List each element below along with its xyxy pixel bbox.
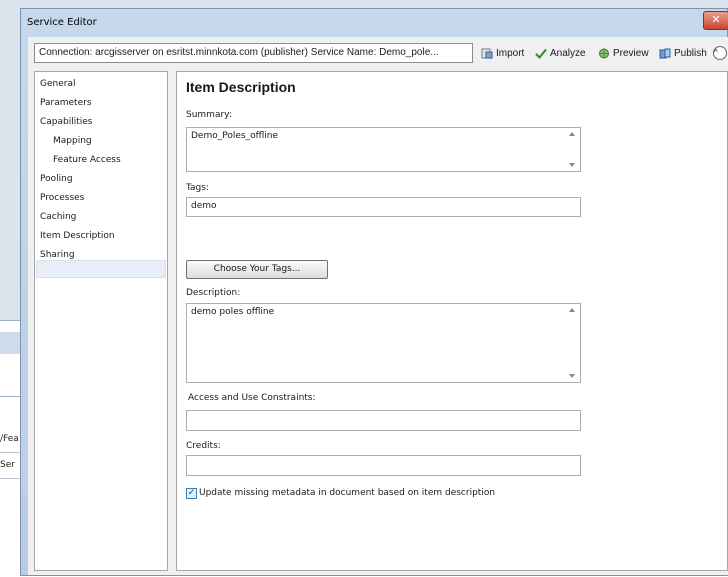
settings-nav: General Parameters Capabilities Mapping … xyxy=(34,71,168,571)
nav-item-pooling[interactable]: Pooling xyxy=(40,174,73,184)
import-button[interactable]: Import xyxy=(481,46,524,60)
background-text: /Fea xyxy=(0,434,19,444)
analyze-label: Analyze xyxy=(550,47,586,59)
update-metadata-label[interactable]: Update missing metadata in document base… xyxy=(199,488,495,498)
import-icon xyxy=(481,48,493,58)
nav-item-processes[interactable]: Processes xyxy=(40,193,84,203)
background-toolbar xyxy=(0,332,22,354)
description-textarea[interactable]: demo poles offline xyxy=(186,303,581,383)
constraints-label: Access and Use Constraints: xyxy=(188,393,316,403)
globe-icon xyxy=(599,48,609,58)
tags-input[interactable]: demo xyxy=(186,197,581,217)
summary-label: Summary: xyxy=(186,110,232,120)
nav-item-feature-access[interactable]: Feature Access xyxy=(53,155,121,165)
connection-field[interactable]: Connection: arcgisserver on esritst.minn… xyxy=(34,43,473,63)
background-row-line xyxy=(0,452,22,453)
collapse-toolbar-button[interactable]: ^ xyxy=(713,46,727,60)
description-scrollbar[interactable] xyxy=(565,305,579,381)
update-metadata-checkbox[interactable]: ✓ xyxy=(186,488,197,499)
summary-value: Demo_Poles_offline xyxy=(191,131,279,141)
tags-value: demo xyxy=(191,201,217,211)
editor-client: Connection: arcgisserver on esritst.minn… xyxy=(28,37,728,575)
service-editor-window: Service Editor ✕ Connection: arcgisserve… xyxy=(20,8,728,576)
nav-item-item-description[interactable]: Item Description xyxy=(40,231,115,241)
panel-heading: Item Description xyxy=(186,79,296,95)
credits-input[interactable] xyxy=(186,455,581,476)
choose-tags-button[interactable]: Choose Your Tags... xyxy=(186,260,328,279)
window-title: Service Editor xyxy=(27,17,97,28)
item-description-panel: Item Description Summary: Demo_Poles_off… xyxy=(176,71,728,571)
nav-selection-highlight xyxy=(36,260,166,278)
summary-scrollbar[interactable] xyxy=(565,129,579,170)
title-bar[interactable]: Service Editor ✕ xyxy=(21,9,728,37)
preview-label: Preview xyxy=(613,47,649,59)
publish-button[interactable]: Publish xyxy=(659,46,707,60)
credits-label: Credits: xyxy=(186,441,221,451)
nav-item-parameters[interactable]: Parameters xyxy=(40,98,92,108)
preview-button[interactable]: Preview xyxy=(598,46,649,60)
checkmark-icon xyxy=(535,48,547,59)
analyze-button[interactable]: Analyze xyxy=(535,46,586,60)
description-label: Description: xyxy=(186,288,241,298)
publish-label: Publish xyxy=(674,47,707,59)
import-label: Import xyxy=(496,47,525,59)
nav-item-sharing[interactable]: Sharing xyxy=(40,250,75,260)
nav-item-caching[interactable]: Caching xyxy=(40,212,76,222)
background-divider xyxy=(0,396,22,397)
background-row-line xyxy=(0,478,22,479)
background-text: Ser xyxy=(0,460,15,470)
description-value: demo poles offline xyxy=(191,307,275,317)
summary-textarea[interactable]: Demo_Poles_offline xyxy=(186,127,581,172)
nav-item-mapping[interactable]: Mapping xyxy=(53,136,92,146)
close-button[interactable]: ✕ xyxy=(703,11,728,30)
background-panel xyxy=(0,320,22,577)
constraints-input[interactable] xyxy=(186,410,581,431)
tags-label: Tags: xyxy=(186,183,209,193)
nav-item-capabilities[interactable]: Capabilities xyxy=(40,117,93,127)
nav-item-general[interactable]: General xyxy=(40,79,75,89)
publish-icon xyxy=(659,48,671,58)
